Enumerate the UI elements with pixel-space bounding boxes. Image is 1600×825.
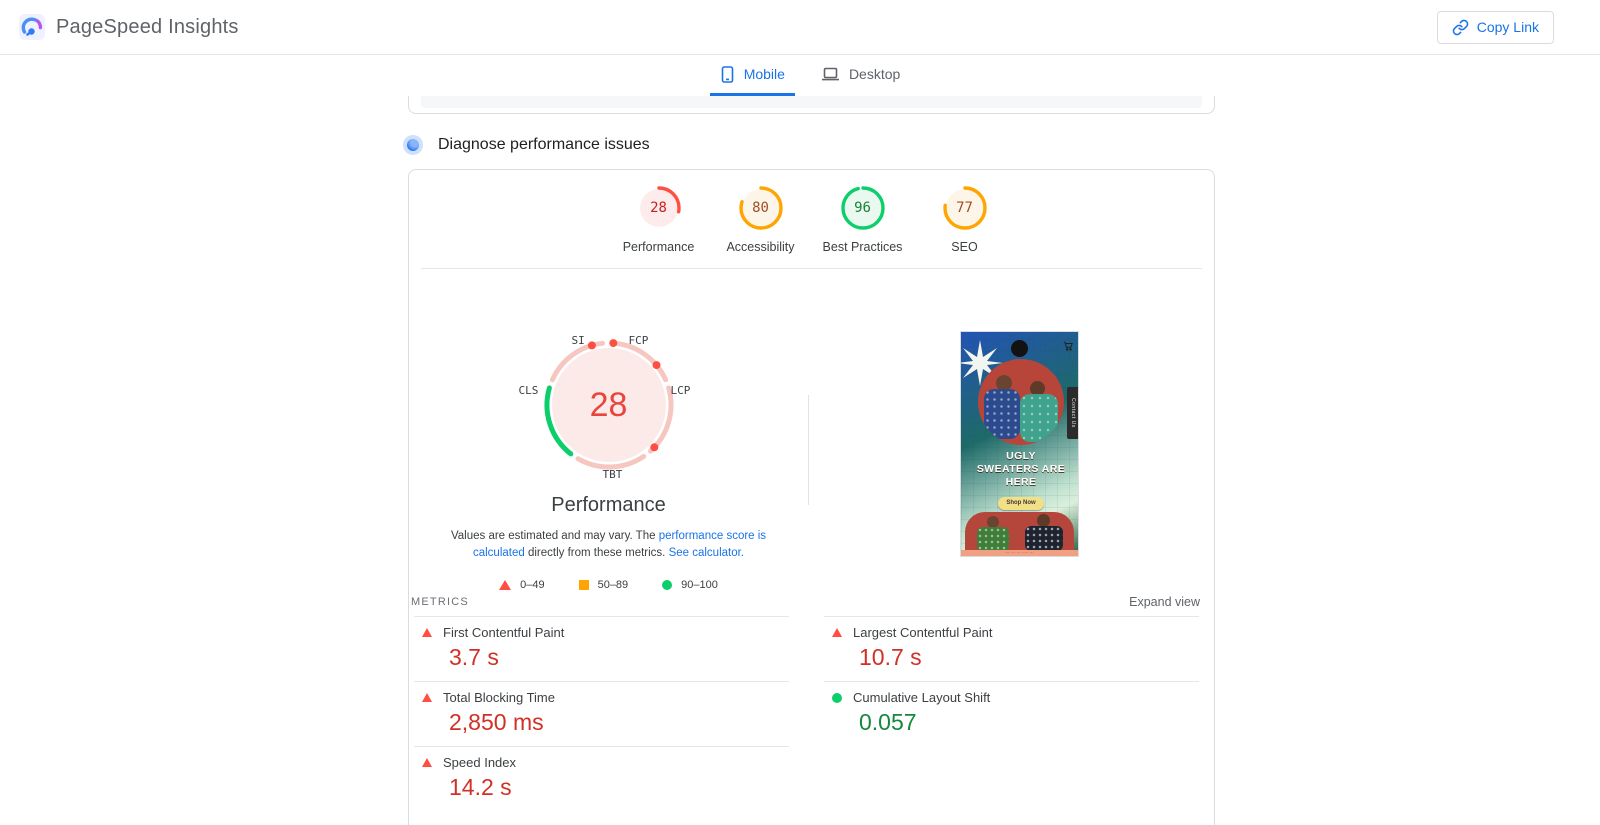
hero-photo-circle xyxy=(978,359,1064,445)
metric-label-si: SI xyxy=(572,334,585,347)
url-card-sliver xyxy=(408,96,1215,114)
metric-label-fcp: FCP xyxy=(629,334,649,347)
category-seo[interactable]: 77 SEO xyxy=(920,186,1010,254)
category-scores-row: 28 Performance 80 Accessibility 96 xyxy=(409,170,1214,254)
tab-mobile-label: Mobile xyxy=(744,66,785,82)
tab-desktop[interactable]: Desktop xyxy=(811,55,910,96)
desktop-laptop-icon xyxy=(821,66,840,82)
legend-pass: 90–100 xyxy=(662,579,718,591)
promo-strip: ··· ···· ··· ····· ··· xyxy=(961,550,1078,556)
legend-fail: 0–49 xyxy=(499,579,544,591)
pass-circle-icon xyxy=(662,580,672,590)
performance-gauge-half: 28 SI FCP LCP CLS TBT Performance Values… xyxy=(409,269,808,587)
home-link[interactable]: PageSpeed Insights xyxy=(18,13,239,41)
legend-average: 50–89 xyxy=(579,579,629,591)
score-explainer-text: Values are estimated and may vary. The p… xyxy=(434,528,784,562)
metric-largest-contentful-paint: Largest Contentful Paint 10.7 s xyxy=(824,616,1199,681)
diagnose-title: Diagnose performance issues xyxy=(438,136,650,154)
metric-label: Total Blocking Time xyxy=(443,690,555,705)
metrics-column-left: First Contentful Paint 3.7 s Total Block… xyxy=(414,616,789,811)
contact-us-tab: Contact Us xyxy=(1067,387,1078,439)
metric-label-tbt: TBT xyxy=(603,468,623,481)
legend-average-range: 50–89 xyxy=(598,579,629,591)
accessibility-score-label: Accessibility xyxy=(726,240,794,254)
copy-link-button[interactable]: Copy Link xyxy=(1437,11,1554,44)
diagnose-section-header: Diagnose performance issues xyxy=(403,135,1600,155)
performance-score-label: Performance xyxy=(623,240,695,254)
metric-label: Speed Index xyxy=(443,755,516,770)
pass-circle-icon xyxy=(832,693,842,703)
performance-score-value: 28 xyxy=(637,186,681,230)
strategy-tabs: Mobile Desktop xyxy=(0,55,1600,96)
performance-score-gauge: 28 xyxy=(637,186,681,230)
lighthouse-gauge-icon xyxy=(403,135,423,155)
legend-fail-range: 0–49 xyxy=(520,579,544,591)
shop-now-button: Shop Now xyxy=(998,497,1044,510)
shop-logo-circle xyxy=(1011,340,1028,357)
dropdown-caret-icon: ▾ xyxy=(1070,354,1074,362)
explainer-text-1: Values are estimated and may vary. The xyxy=(451,530,659,542)
thumbnail-headline: UGLY SWEATERS ARE HERE xyxy=(975,450,1067,489)
seo-score-label: SEO xyxy=(951,240,977,254)
best-practices-score-label: Best Practices xyxy=(823,240,903,254)
dial-title: Performance xyxy=(409,494,808,517)
dial-score-value: 28 xyxy=(524,320,694,490)
metric-label-cls: CLS xyxy=(519,384,539,397)
metric-label-lcp: LCP xyxy=(671,384,691,397)
metric-value: 10.7 s xyxy=(859,644,1199,671)
explainer-text-2: directly from these metrics. xyxy=(525,547,669,559)
metrics-grid: First Contentful Paint 3.7 s Total Block… xyxy=(414,616,1214,811)
metric-value: 0.057 xyxy=(859,709,1199,736)
copy-link-label: Copy Link xyxy=(1477,19,1539,35)
tab-desktop-label: Desktop xyxy=(849,66,900,82)
performance-detail-section: 28 SI FCP LCP CLS TBT Performance Values… xyxy=(409,269,1214,587)
metric-value: 3.7 s xyxy=(449,644,789,671)
fail-triangle-icon xyxy=(422,628,432,637)
metric-label: First Contentful Paint xyxy=(443,625,564,640)
url-card-inner-bar xyxy=(421,96,1202,108)
metric-total-blocking-time: Total Blocking Time 2,850 ms xyxy=(414,681,789,746)
seo-score-gauge: 77 xyxy=(943,186,987,230)
tab-mobile[interactable]: Mobile xyxy=(710,55,795,96)
performance-dial: 28 SI FCP LCP CLS TBT xyxy=(491,320,727,482)
mobile-phone-icon xyxy=(720,66,735,83)
metrics-title: METRICS xyxy=(411,596,469,608)
metric-cumulative-layout-shift: Cumulative Layout Shift 0.057 xyxy=(824,681,1199,746)
link-icon xyxy=(1452,19,1469,36)
bottom-photo xyxy=(965,512,1074,550)
seo-score-value: 77 xyxy=(943,186,987,230)
category-best-practices[interactable]: 96 Best Practices xyxy=(818,186,908,254)
score-legend: 0–49 50–89 90–100 xyxy=(409,579,808,591)
fail-triangle-icon xyxy=(422,758,432,767)
metrics-column-right: Largest Contentful Paint 10.7 s Cumulati… xyxy=(824,616,1199,811)
screenshot-half: ▾ Contact Us UGLY SWEATERS ARE HERE Shop… xyxy=(808,269,1214,587)
metric-label: Largest Contentful Paint xyxy=(853,625,992,640)
metric-first-contentful-paint: First Contentful Paint 3.7 s xyxy=(414,616,789,681)
best-practices-score-value: 96 xyxy=(841,186,885,230)
metric-value: 14.2 s xyxy=(449,774,789,801)
legend-pass-range: 90–100 xyxy=(681,579,718,591)
metric-value: 2,850 ms xyxy=(449,709,789,736)
category-performance[interactable]: 28 Performance xyxy=(614,186,704,254)
accessibility-score-value: 80 xyxy=(739,186,783,230)
expand-view-button[interactable]: Expand view xyxy=(1129,595,1200,609)
pagespeed-logo-icon xyxy=(18,13,46,41)
app-title: PageSpeed Insights xyxy=(56,16,239,39)
fail-triangle-icon xyxy=(422,693,432,702)
best-practices-score-gauge: 96 xyxy=(841,186,885,230)
metrics-header: METRICS Expand view xyxy=(409,595,1214,609)
metric-label: Cumulative Layout Shift xyxy=(853,690,990,705)
fail-triangle-icon xyxy=(832,628,842,637)
category-accessibility[interactable]: 80 Accessibility xyxy=(716,186,806,254)
cart-icon xyxy=(1063,341,1073,351)
fail-triangle-icon xyxy=(499,580,511,590)
app-header: PageSpeed Insights Copy Link xyxy=(0,0,1600,55)
average-square-icon xyxy=(579,580,589,590)
report-card: 28 Performance 80 Accessibility 96 xyxy=(408,169,1215,825)
metric-speed-index: Speed Index 14.2 s xyxy=(414,746,789,811)
accessibility-score-gauge: 80 xyxy=(739,186,783,230)
page-screenshot-thumbnail: ▾ Contact Us UGLY SWEATERS ARE HERE Shop… xyxy=(960,331,1079,557)
see-calculator-link[interactable]: See calculator. xyxy=(669,547,744,559)
